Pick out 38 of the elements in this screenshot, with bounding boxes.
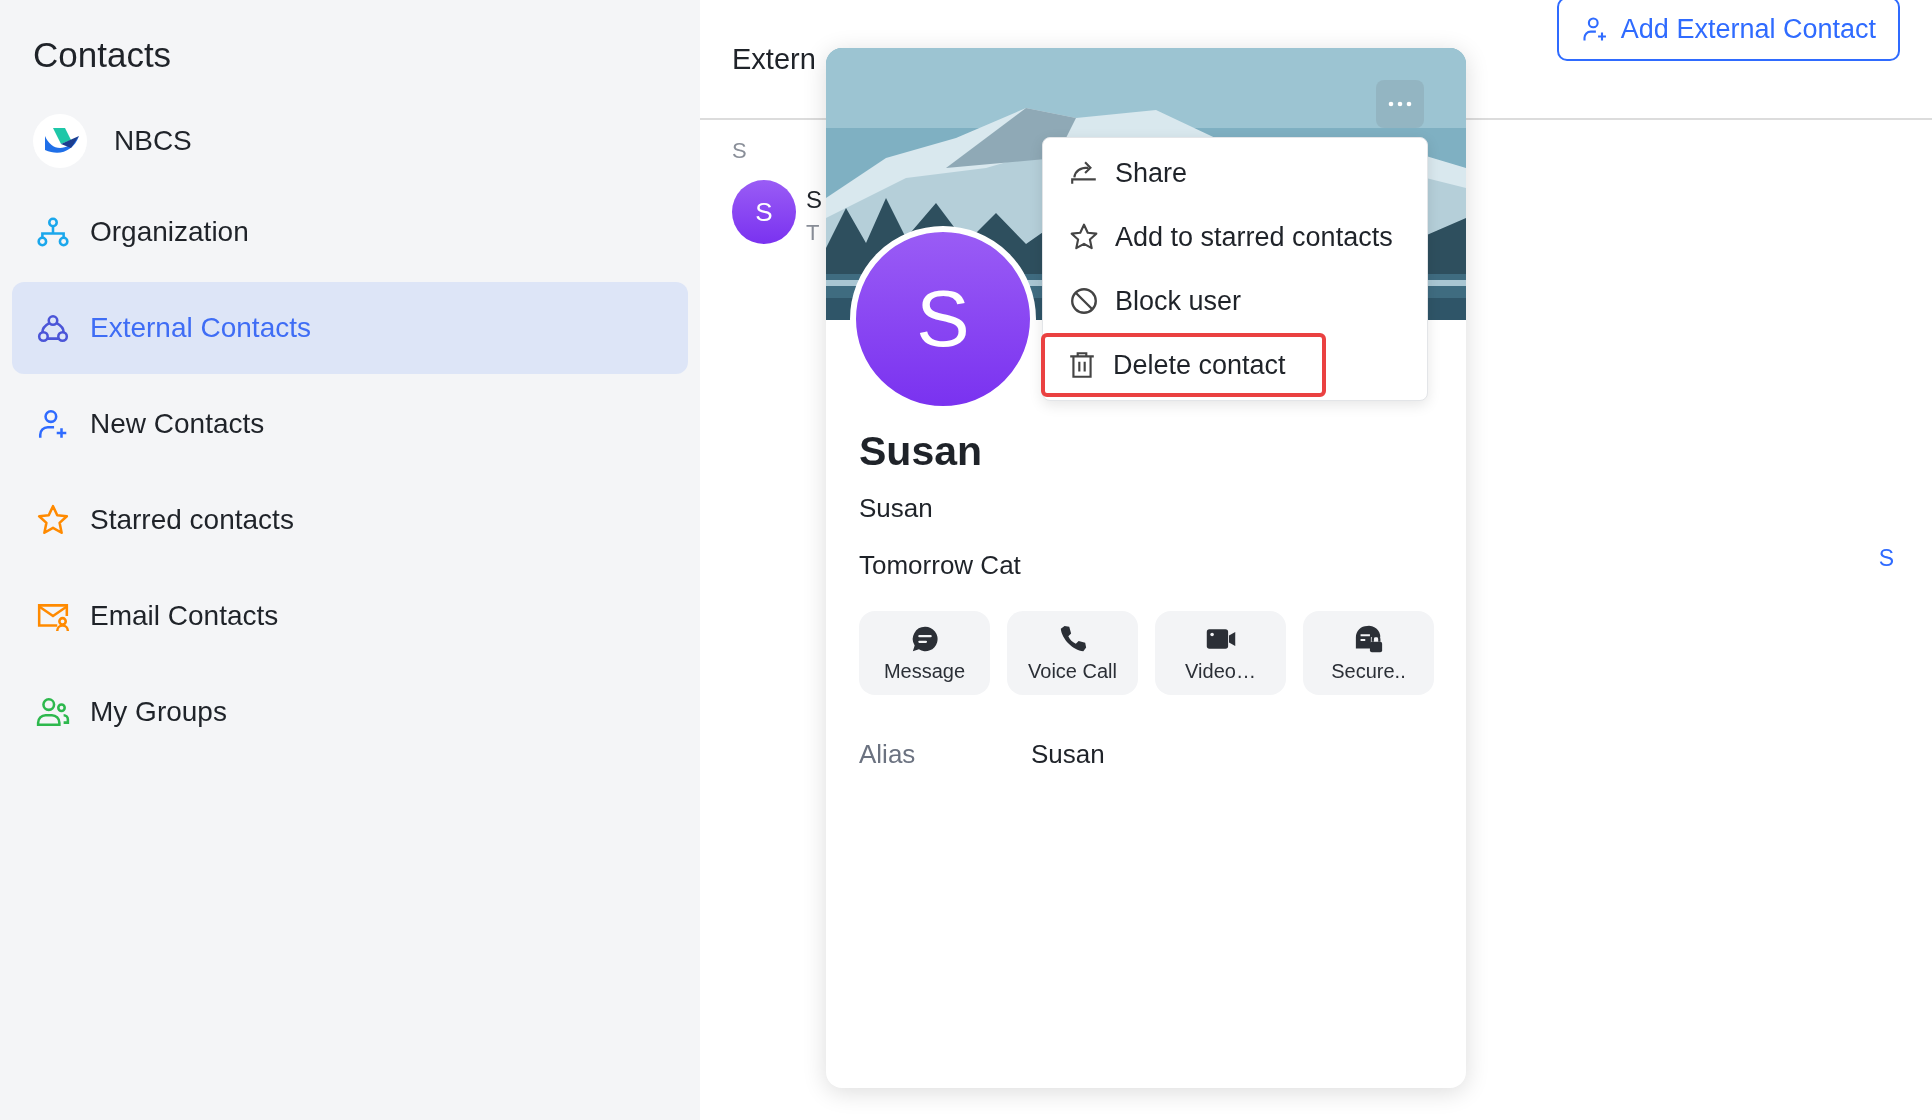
sidebar-item[interactable]: Email Contacts: [12, 570, 688, 662]
section-letter: S: [732, 138, 747, 164]
action-button[interactable]: Voice Call: [1007, 611, 1138, 695]
menu-item[interactable]: Add to starred contacts: [1043, 205, 1417, 269]
group-icon: [36, 695, 70, 729]
menu-item[interactable]: Block user: [1043, 269, 1266, 333]
action-button[interactable]: Video…: [1155, 611, 1286, 695]
action-button[interactable]: Secure..: [1303, 611, 1434, 695]
hierarchy-icon: [36, 215, 70, 249]
menu-item[interactable]: Delete contact: [1041, 333, 1326, 397]
star-icon: [36, 503, 70, 537]
trash-icon: [1067, 350, 1097, 380]
menu-item[interactable]: Share: [1043, 141, 1212, 205]
bird-logo-icon: [33, 114, 87, 168]
index-letter[interactable]: S: [1878, 545, 1894, 572]
add-external-contact-button[interactable]: Add External Contact: [1556, 0, 1900, 61]
sidebar-item[interactable]: My Groups: [12, 666, 688, 758]
sidebar-title: Contacts: [33, 34, 172, 76]
sidebar-item[interactable]: Starred contacts: [12, 474, 688, 566]
action-button[interactable]: Message: [859, 611, 990, 695]
add-user-icon: [1580, 15, 1609, 43]
block-icon: [1069, 286, 1099, 316]
sidebar-item[interactable]: External Contacts: [12, 282, 688, 374]
sidebar-item[interactable]: Organization: [12, 186, 688, 278]
contact-nickname: Susan: [859, 493, 933, 524]
page-title: Extern: [732, 42, 816, 76]
field-value: Susan: [1031, 739, 1105, 770]
more-icon: [1388, 101, 1412, 107]
field-label: Alias: [859, 739, 917, 770]
organization-name[interactable]: NBCS: [114, 125, 192, 157]
contact-avatar[interactable]: S: [732, 180, 796, 244]
contact-company: Tomorrow Cat: [859, 550, 1021, 581]
contact-name[interactable]: S: [806, 186, 822, 214]
more-button[interactable]: [1376, 80, 1424, 128]
sidebar-item[interactable]: New Contacts: [12, 378, 688, 470]
contact-subtitle: T: [806, 220, 821, 246]
star-icon: [1069, 222, 1099, 252]
contact-name: Susan: [859, 428, 983, 475]
